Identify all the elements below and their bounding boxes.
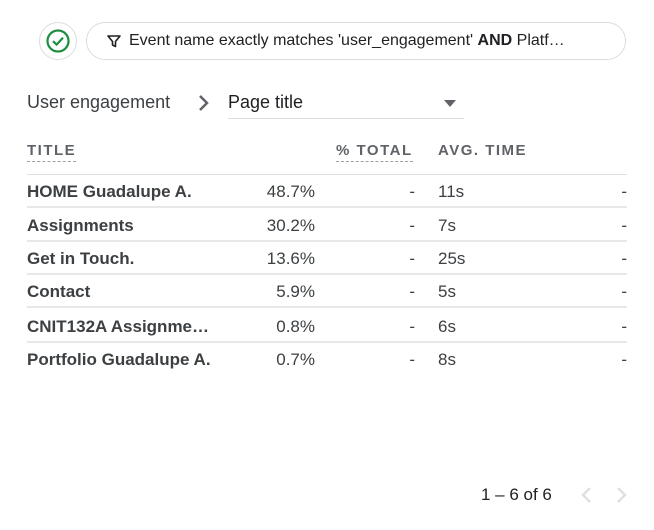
row-pct: 48.7% <box>266 182 315 201</box>
row-avg-time: 25s <box>438 249 466 268</box>
table-row[interactable]: HOME Guadalupe A. 48.7% - 11s - <box>27 175 627 208</box>
row-pct: 13.6% <box>266 249 315 268</box>
column-header-avg-time[interactable]: AVG. TIME <box>438 142 527 159</box>
row-pct-change: - <box>409 282 415 301</box>
row-title: HOME Guadalupe A. <box>27 182 192 201</box>
row-pct: 0.8% <box>276 317 315 336</box>
row-pct-change: - <box>409 317 415 336</box>
row-title: CNIT132A Assignme… <box>27 317 210 336</box>
table-row[interactable]: Contact 5.9% - 5s - <box>27 275 627 308</box>
row-title: Portfolio Guadalupe A. <box>27 350 211 369</box>
dimension-dropdown-value: Page title <box>228 92 304 112</box>
filter-text-suffix: Platf… <box>512 32 565 49</box>
row-time-change: - <box>621 249 627 268</box>
row-time-change: - <box>621 350 627 369</box>
row-pct: 0.7% <box>276 350 315 369</box>
pagination-label: 1 – 6 of 6 <box>481 485 552 504</box>
table-row[interactable]: Get in Touch. 13.6% - 25s - <box>27 242 627 275</box>
row-divider <box>27 206 627 208</box>
dimension-dropdown[interactable]: Page title <box>228 88 464 119</box>
filter-text-prefix: Event name exactly matches 'user_engagem… <box>129 32 478 49</box>
row-divider <box>27 306 627 308</box>
dropdown-arrow-icon <box>444 100 456 107</box>
row-pct-change: - <box>409 249 415 268</box>
row-avg-time: 5s <box>438 282 456 301</box>
row-time-change: - <box>621 282 627 301</box>
row-time-change: - <box>621 216 627 235</box>
row-pct: 5.9% <box>276 282 315 301</box>
row-avg-time: 6s <box>438 317 456 336</box>
row-avg-time: 7s <box>438 216 456 235</box>
chevron-right-icon[interactable] <box>614 486 628 504</box>
row-time-change: - <box>621 317 627 336</box>
row-avg-time: 11s <box>438 182 465 201</box>
chevron-left-icon[interactable] <box>580 486 594 504</box>
row-pct-change: - <box>409 216 415 235</box>
row-avg-time: 8s <box>438 350 456 369</box>
filter-chip[interactable]: Event name exactly matches 'user_engagem… <box>86 22 626 60</box>
apply-check-button[interactable] <box>39 22 77 60</box>
filter-text-operator: AND <box>477 32 513 49</box>
column-header-title[interactable]: TITLE <box>27 142 77 162</box>
row-title: Contact <box>27 282 91 301</box>
check-circle-icon <box>46 29 70 53</box>
row-time-change: - <box>621 182 627 201</box>
row-title: Assignments <box>27 216 134 235</box>
row-pct-change: - <box>409 350 415 369</box>
row-pct-change: - <box>409 182 415 201</box>
breadcrumb-root[interactable]: User engagement <box>27 92 170 113</box>
table-row[interactable]: CNIT132A Assignme… 0.8% - 6s - <box>27 310 627 343</box>
table-row[interactable]: Portfolio Guadalupe A. 0.7% - 8s - <box>27 343 627 376</box>
chevron-right-icon <box>199 95 209 111</box>
table-row[interactable]: Assignments 30.2% - 7s - <box>27 209 627 242</box>
filter-icon <box>107 34 121 48</box>
row-pct: 30.2% <box>266 216 315 235</box>
column-header-pct-total[interactable]: % TOTAL <box>336 142 413 162</box>
row-title: Get in Touch. <box>27 249 135 268</box>
